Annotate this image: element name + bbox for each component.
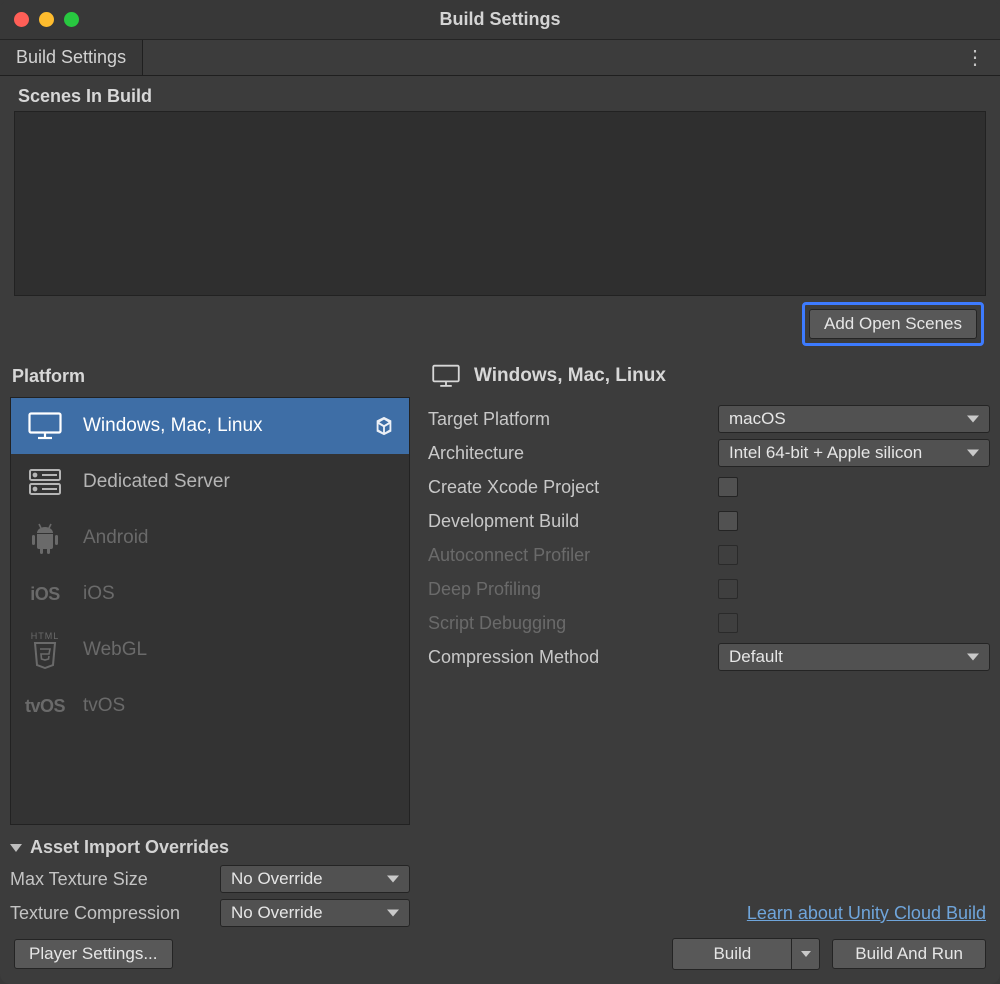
platform-header: Platform xyxy=(12,366,410,387)
script-debug-label: Script Debugging xyxy=(428,613,708,634)
platform-item-webgl[interactable]: HTML WebGL xyxy=(11,622,409,678)
target-platform-label: Target Platform xyxy=(428,409,708,430)
tvos-icon: tvOS xyxy=(25,696,65,717)
dev-build-label: Development Build xyxy=(428,511,708,532)
platform-item-android[interactable]: Android xyxy=(11,510,409,566)
cloud-build-link[interactable]: Learn about Unity Cloud Build xyxy=(747,903,986,923)
add-open-scenes-highlight: Add Open Scenes xyxy=(802,302,984,346)
unity-icon xyxy=(373,415,395,437)
tab-build-settings[interactable]: Build Settings xyxy=(0,40,143,75)
asset-overrides-label: Asset Import Overrides xyxy=(30,837,229,858)
autoconnect-label: Autoconnect Profiler xyxy=(428,545,708,566)
deep-profiling-checkbox xyxy=(718,579,738,599)
platform-item-standalone[interactable]: Windows, Mac, Linux xyxy=(11,398,409,454)
max-texture-label: Max Texture Size xyxy=(10,869,210,890)
titlebar: Build Settings xyxy=(0,0,1000,40)
add-open-scenes-button[interactable]: Add Open Scenes xyxy=(809,309,977,339)
window-title: Build Settings xyxy=(0,9,1000,30)
platform-label: iOS xyxy=(83,583,115,605)
caret-down-icon xyxy=(10,844,22,852)
build-dropdown-button[interactable] xyxy=(792,938,820,970)
details-header: Windows, Mac, Linux xyxy=(474,365,666,387)
platform-label: Dedicated Server xyxy=(83,471,230,493)
ios-icon: iOS xyxy=(25,584,65,605)
create-xcode-checkbox[interactable] xyxy=(718,477,738,497)
compression-label: Compression Method xyxy=(428,647,708,668)
platform-item-ios[interactable]: iOS iOS xyxy=(11,566,409,622)
build-and-run-button[interactable]: Build And Run xyxy=(832,939,986,969)
platform-list: Windows, Mac, Linux Dedicated Server xyxy=(10,397,410,825)
deep-profiling-label: Deep Profiling xyxy=(428,579,708,600)
tex-compression-select[interactable]: No Override xyxy=(220,899,410,927)
tex-compression-label: Texture Compression xyxy=(10,903,210,924)
scenes-header: Scenes In Build xyxy=(18,86,990,107)
architecture-label: Architecture xyxy=(428,443,708,464)
build-button[interactable]: Build xyxy=(672,938,792,970)
server-icon xyxy=(25,468,65,496)
script-debug-checkbox xyxy=(718,613,738,633)
tabbar: Build Settings ⋮ xyxy=(0,40,1000,76)
autoconnect-checkbox xyxy=(718,545,738,565)
player-settings-button[interactable]: Player Settings... xyxy=(14,939,173,969)
scenes-list[interactable] xyxy=(14,111,986,296)
html5-icon: HTML xyxy=(25,632,65,669)
platform-label: tvOS xyxy=(83,695,125,717)
platform-label: WebGL xyxy=(83,639,147,661)
platform-label: Windows, Mac, Linux xyxy=(83,415,263,437)
max-texture-select[interactable]: No Override xyxy=(220,865,410,893)
tab-more-icon[interactable]: ⋮ xyxy=(951,45,1000,70)
platform-item-tvos[interactable]: tvOS tvOS xyxy=(11,678,409,734)
architecture-select[interactable]: Intel 64-bit + Apple silicon xyxy=(718,439,990,467)
create-xcode-label: Create Xcode Project xyxy=(428,477,708,498)
platform-label: Android xyxy=(83,527,149,549)
target-platform-select[interactable]: macOS xyxy=(718,405,990,433)
platform-item-dedicated-server[interactable]: Dedicated Server xyxy=(11,454,409,510)
compression-select[interactable]: Default xyxy=(718,643,990,671)
android-icon xyxy=(25,522,65,554)
monitor-icon xyxy=(25,412,65,440)
monitor-icon xyxy=(432,364,460,388)
asset-overrides-header[interactable]: Asset Import Overrides xyxy=(10,837,410,858)
dev-build-checkbox[interactable] xyxy=(718,511,738,531)
